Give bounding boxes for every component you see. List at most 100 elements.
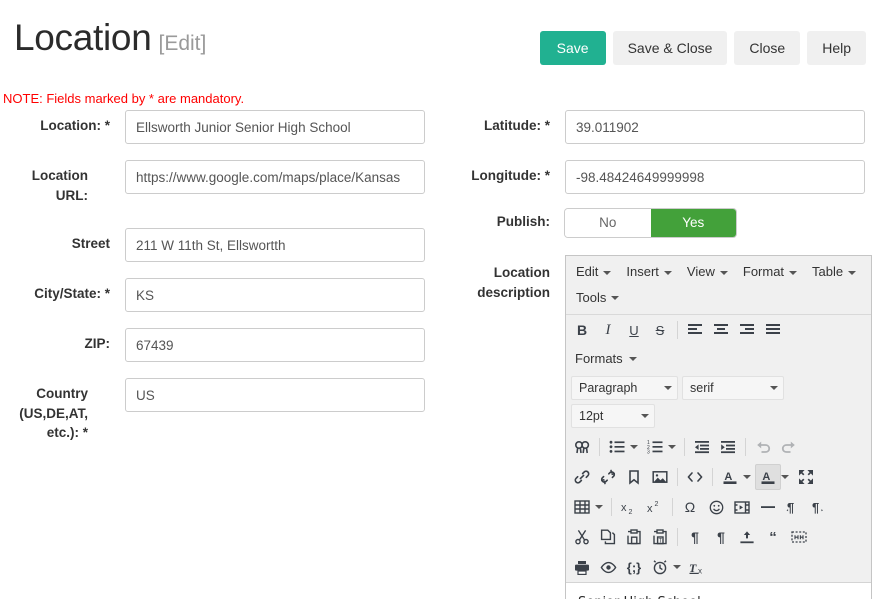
label-publish: Publish: (496, 214, 550, 229)
copy-icon[interactable] (595, 524, 621, 550)
media-icon[interactable] (729, 494, 755, 520)
menu-view[interactable]: View (681, 259, 737, 285)
fullscreen-icon[interactable] (793, 464, 819, 490)
form-left-column: Location: * Location URL: Street City/St… (0, 110, 440, 464)
publish-toggle-no[interactable]: No (565, 209, 651, 237)
table-icon[interactable] (569, 494, 607, 520)
outdent-icon[interactable] (689, 434, 715, 460)
bold-icon[interactable]: B (569, 317, 595, 343)
nonbreaking-icon[interactable] (786, 524, 812, 550)
visualblocks-icon[interactable]: ¶ (682, 524, 708, 550)
toolbar-separator (672, 498, 673, 517)
rtl-icon[interactable]: ¶ (807, 494, 833, 520)
print-icon[interactable] (569, 554, 595, 580)
link-icon[interactable] (569, 464, 595, 490)
menu-table[interactable]: Table (806, 259, 865, 285)
input-location-name[interactable] (125, 110, 425, 144)
numlist-glyph: 123 (642, 434, 668, 460)
svg-text:3: 3 (647, 450, 650, 454)
editor-content-area[interactable]: Senior High School (566, 582, 871, 599)
editor-toolbar-formats: Formats (566, 345, 871, 373)
search-replace-icon[interactable] (569, 434, 595, 460)
publish-toggle-yes[interactable]: Yes (650, 209, 736, 237)
preview-icon[interactable] (595, 554, 621, 580)
label-country: Country (US,DE,AT, etc.): * (19, 386, 88, 441)
page-header: Location [Edit] Save Save & Close Close H… (0, 0, 888, 82)
anchor-icon[interactable] (621, 464, 647, 490)
svg-text:¶: ¶ (812, 500, 819, 515)
label-location-description: Location description (477, 265, 550, 300)
input-latitude[interactable] (565, 110, 865, 144)
label-street: Street (71, 236, 110, 251)
blockquote-icon[interactable]: “ (760, 524, 786, 550)
undo-icon[interactable] (750, 434, 776, 460)
svg-text:x: x (698, 566, 702, 575)
chevron-down-icon (743, 475, 751, 480)
svg-text:2: 2 (628, 509, 632, 515)
visualchars-icon[interactable]: ¶ (708, 524, 734, 550)
toolbar-separator (611, 498, 612, 517)
font-size-select[interactable]: 12pt (571, 404, 655, 429)
menu-insert[interactable]: Insert (620, 259, 681, 285)
input-zip[interactable] (125, 328, 425, 362)
align-right-icon[interactable] (734, 317, 760, 343)
input-city-state[interactable] (125, 278, 425, 312)
input-street[interactable] (125, 228, 425, 262)
align-center-icon[interactable] (708, 317, 734, 343)
source-code-icon[interactable] (682, 464, 708, 490)
close-button[interactable]: Close (734, 31, 801, 65)
chevron-down-icon (630, 445, 638, 450)
removeformat-icon[interactable]: Tx (685, 554, 711, 580)
label-location-url: Location URL: (31, 168, 88, 203)
block-format-select[interactable]: Paragraph (571, 376, 678, 401)
mandatory-fields-note: NOTE: Fields marked by * are mandatory. (3, 91, 245, 106)
backcolor-icon[interactable]: A (755, 464, 793, 491)
align-justify-icon[interactable] (760, 317, 786, 343)
editor-toolbar-table: x2 x2 Ω ¶ ¶ (566, 492, 871, 523)
menu-edit[interactable]: Edit (570, 259, 620, 285)
editor-toolbar-insert: A A (566, 462, 871, 493)
help-button[interactable]: Help (807, 31, 866, 65)
form-right-column: Latitude: * Longitude: * Publish: No Yes… (440, 110, 888, 599)
indent-icon[interactable] (715, 434, 741, 460)
emoticon-icon[interactable] (703, 494, 729, 520)
insertfile-icon[interactable] (734, 524, 760, 550)
toolbar-separator (684, 438, 685, 457)
menu-table-label: Table (812, 264, 844, 279)
subscript-icon[interactable]: x2 (616, 494, 642, 520)
font-family-select[interactable]: serif (682, 376, 784, 401)
superscript-icon[interactable]: x2 (642, 494, 668, 520)
paste-text-icon[interactable]: T (647, 524, 673, 550)
image-icon[interactable] (647, 464, 673, 490)
bullist-icon[interactable] (604, 434, 642, 460)
charmap-icon[interactable]: Ω (677, 494, 703, 520)
menu-format[interactable]: Format (737, 259, 806, 285)
page-title-edit-link[interactable]: [Edit] (159, 32, 207, 55)
save-and-close-button[interactable]: Save & Close (612, 31, 728, 65)
insertdatetime-icon[interactable] (647, 554, 685, 580)
ltr-icon[interactable]: ¶ (781, 494, 807, 520)
editor-toolbar-format: B I U S (566, 315, 871, 346)
italic-icon[interactable]: I (595, 317, 621, 343)
unlink-icon[interactable] (595, 464, 621, 490)
input-location-url[interactable] (125, 160, 425, 194)
chevron-down-icon (611, 296, 620, 301)
chevron-down-icon (673, 565, 681, 570)
menu-tools[interactable]: Tools (570, 285, 628, 311)
chevron-down-icon (789, 270, 798, 275)
formats-menu-button[interactable]: Formats (569, 347, 641, 370)
strikethrough-icon[interactable]: S (647, 317, 673, 343)
align-left-icon[interactable] (682, 317, 708, 343)
action-button-bar: Save Save & Close Close Help (539, 31, 866, 65)
redo-icon[interactable] (776, 434, 802, 460)
forecolor-icon[interactable]: A (717, 464, 755, 490)
code-sample-icon[interactable]: {;} (621, 554, 647, 580)
save-button[interactable]: Save (539, 31, 606, 65)
paste-icon[interactable] (621, 524, 647, 550)
underline-icon[interactable]: U (621, 317, 647, 343)
numlist-icon[interactable]: 123 (642, 434, 680, 460)
hr-icon[interactable] (755, 494, 781, 520)
cut-icon[interactable] (569, 524, 595, 550)
input-country[interactable] (125, 378, 425, 412)
input-longitude[interactable] (565, 160, 865, 194)
